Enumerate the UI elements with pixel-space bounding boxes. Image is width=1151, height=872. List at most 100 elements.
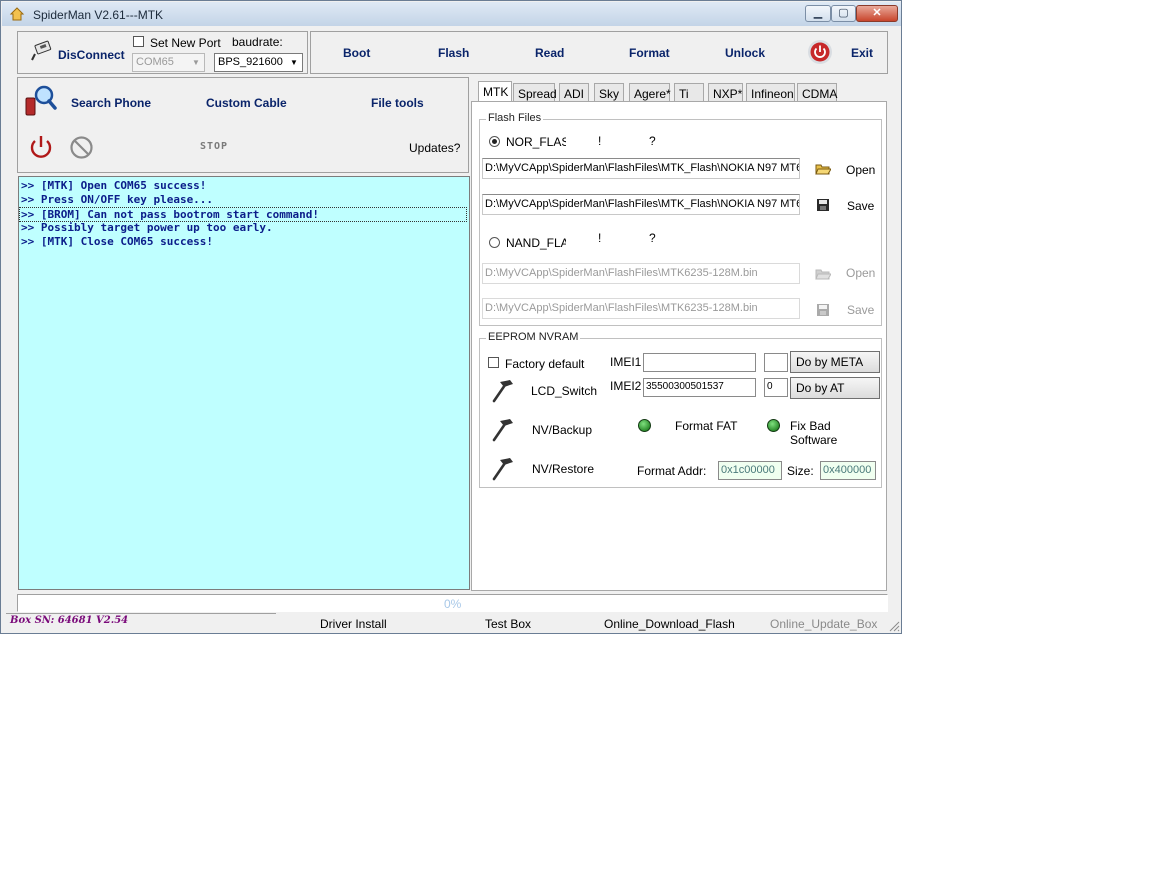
- folder-open-icon[interactable]: [815, 162, 831, 176]
- search-phone-button[interactable]: Search Phone: [71, 96, 151, 110]
- port-value: COM65: [136, 56, 174, 68]
- nand-flash-path-1[interactable]: D:\MyVCApp\SpiderMan\FlashFiles\MTK6235-…: [482, 263, 800, 284]
- hammer-icon[interactable]: [490, 378, 518, 404]
- updates-link[interactable]: Updates?: [409, 141, 460, 155]
- imei1-check-input[interactable]: [764, 353, 788, 372]
- nand-flash-warning: !: [598, 231, 602, 245]
- online-download-flash-button[interactable]: Online_Download_Flash: [604, 617, 735, 631]
- tab-mtk[interactable]: MTK: [478, 81, 512, 103]
- nand-flash-path-2[interactable]: D:\MyVCApp\SpiderMan\FlashFiles\MTK6235-…: [482, 298, 800, 319]
- driver-install-button[interactable]: Driver Install: [320, 617, 387, 631]
- custom-cable-button[interactable]: Custom Cable: [206, 96, 287, 110]
- online-update-box-button[interactable]: Online_Update_Box: [770, 617, 877, 631]
- power-icon[interactable]: [28, 134, 54, 160]
- exit-power-icon[interactable]: [807, 39, 833, 65]
- tab-sky[interactable]: Sky: [594, 83, 624, 103]
- baudrate-label: baudrate:: [232, 35, 283, 49]
- baudrate-select[interactable]: BPS_921600 ▼: [214, 53, 303, 72]
- hammer-icon[interactable]: [490, 417, 518, 443]
- tab-cdma[interactable]: CDMA: [797, 83, 837, 103]
- set-new-port-checkbox[interactable]: [133, 36, 144, 47]
- format-addr-label: Format Addr:: [637, 464, 707, 478]
- read-button[interactable]: Read: [535, 46, 564, 60]
- status-divider: [6, 613, 276, 614]
- flash-files-group: Flash Files NOR_FLASH ! ? D:\MyVCApp\Spi…: [479, 112, 882, 326]
- tab-spread[interactable]: Spread: [513, 83, 557, 103]
- imei2-input[interactable]: 35500300501537: [643, 378, 756, 397]
- log-line-selected: >> [BROM] Can not pass bootrom start com…: [19, 207, 467, 222]
- folder-open-icon[interactable]: [815, 267, 831, 281]
- nand-save-button[interactable]: Save: [847, 303, 874, 317]
- floppy-save-icon[interactable]: [816, 303, 830, 317]
- unlock-button[interactable]: Unlock: [725, 46, 765, 60]
- size-label: Size:: [787, 464, 814, 478]
- progress-bar: 0%: [17, 594, 888, 612]
- minimize-button[interactable]: ▁: [805, 5, 831, 22]
- nor-save-button[interactable]: Save: [847, 199, 874, 213]
- main-toolbar: Boot Flash Read Format Unlock Exit: [310, 31, 888, 74]
- stop-icon[interactable]: [69, 135, 94, 160]
- tab-ti[interactable]: Ti: [674, 83, 704, 103]
- nand-flash-help: ?: [649, 231, 656, 245]
- tab-nxp[interactable]: NXP*: [708, 83, 743, 103]
- tab-infineon[interactable]: Infineon: [746, 83, 795, 103]
- log-line: >> [MTK] Close COM65 success!: [21, 235, 214, 248]
- log-line: >> Possibly target power up too early.: [21, 221, 273, 234]
- eeprom-legend: EEPROM NVRAM: [486, 331, 581, 343]
- nv-backup-button[interactable]: NV/Backup: [532, 423, 592, 437]
- exit-button[interactable]: Exit: [851, 46, 873, 60]
- app-window: SpiderMan V2.61---MTK ▁ ▢ ✕ DisConnect S…: [0, 0, 902, 634]
- tools-group: Search Phone Custom Cable File tools STO…: [17, 77, 469, 173]
- nor-flash-path-2[interactable]: D:\MyVCApp\SpiderMan\FlashFiles\MTK_Flas…: [482, 194, 800, 215]
- nor-open-button[interactable]: Open: [846, 163, 875, 177]
- port-select[interactable]: COM65 ▼: [132, 53, 205, 72]
- lcd-switch-button[interactable]: LCD_Switch: [531, 384, 597, 398]
- tab-agere[interactable]: Agere*: [629, 83, 671, 103]
- tab-adi[interactable]: ADI: [559, 83, 589, 103]
- hammer-icon[interactable]: [490, 456, 518, 482]
- format-addr-input[interactable]: 0x1c00000: [718, 461, 782, 480]
- floppy-save-icon[interactable]: [816, 198, 830, 212]
- log-output: >> [MTK] Open COM65 success! >> Press ON…: [18, 176, 470, 590]
- nor-flash-path-1[interactable]: D:\MyVCApp\SpiderMan\FlashFiles\MTK_Flas…: [482, 158, 800, 179]
- imei2-label: IMEI2: [610, 379, 642, 393]
- boot-button[interactable]: Boot: [343, 46, 370, 60]
- format-button[interactable]: Format: [629, 46, 670, 60]
- disconnect-button[interactable]: DisConnect: [58, 48, 125, 62]
- eeprom-nvram-group: EEPROM NVRAM Factory default IMEI1 Do by…: [479, 331, 882, 488]
- baudrate-value: BPS_921600: [218, 56, 283, 68]
- connection-group: DisConnect Set New Port baudrate: COM65 …: [17, 31, 308, 74]
- nor-flash-help: ?: [649, 134, 656, 148]
- search-phone-icon[interactable]: [24, 84, 58, 118]
- test-box-button[interactable]: Test Box: [485, 617, 531, 631]
- format-fat-led-icon: [638, 419, 651, 432]
- fix-bad-software-button[interactable]: Fix Bad Software: [790, 419, 881, 447]
- flash-files-legend: Flash Files: [486, 112, 544, 124]
- window-title: SpiderMan V2.61---MTK: [33, 8, 164, 22]
- imei1-label: IMEI1: [610, 355, 642, 369]
- format-fat-button[interactable]: Format FAT: [675, 419, 737, 433]
- set-new-port-label: Set New Port: [150, 36, 221, 50]
- stop-button[interactable]: STOP: [200, 141, 228, 152]
- imei2-check-input[interactable]: 0: [764, 378, 788, 397]
- app-home-icon: [9, 7, 25, 21]
- flash-button[interactable]: Flash: [438, 46, 469, 60]
- log-line: >> [MTK] Open COM65 success!: [21, 179, 207, 192]
- do-by-meta-button[interactable]: Do by META: [790, 351, 880, 373]
- file-tools-button[interactable]: File tools: [371, 96, 424, 110]
- size-input[interactable]: 0x400000: [820, 461, 876, 480]
- resize-grip-icon[interactable]: [887, 619, 900, 632]
- do-by-at-button[interactable]: Do by AT: [790, 377, 880, 399]
- nand-open-button[interactable]: Open: [846, 266, 875, 280]
- chevron-down-icon: ▼: [192, 58, 200, 67]
- factory-default-checkbox[interactable]: [488, 357, 499, 368]
- usb-plug-icon: [31, 40, 52, 61]
- nand-flash-radio[interactable]: [489, 237, 500, 248]
- nv-restore-button[interactable]: NV/Restore: [532, 462, 594, 476]
- imei1-input[interactable]: [643, 353, 756, 372]
- title-bar: SpiderMan V2.61---MTK ▁ ▢ ✕: [2, 2, 901, 26]
- maximize-button[interactable]: ▢: [831, 5, 856, 22]
- factory-default-label: Factory default: [505, 357, 585, 371]
- nor-flash-radio[interactable]: [489, 136, 500, 147]
- close-button[interactable]: ✕: [856, 5, 898, 22]
